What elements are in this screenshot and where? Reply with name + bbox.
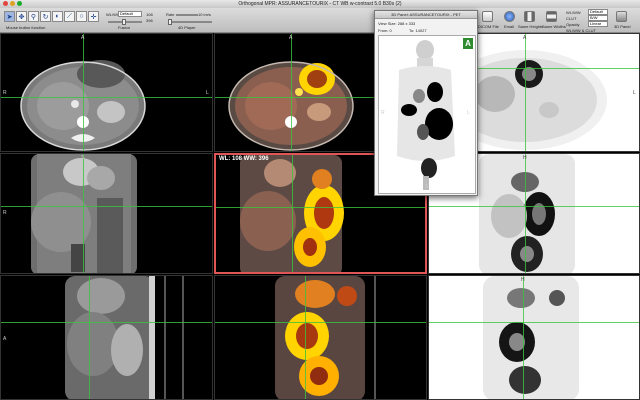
email-icon[interactable]: [504, 11, 515, 22]
pet-sagittal-image: [483, 276, 579, 399]
rotate-tool-icon[interactable]: ↻: [40, 11, 51, 22]
mip-view[interactable]: A R L S: [378, 35, 476, 194]
same-heights-icon[interactable]: [524, 11, 535, 22]
ct-axial-image: [20, 60, 146, 151]
player-label: 4D Player: [178, 25, 196, 30]
fusion-sagittal-image: [275, 276, 376, 399]
zoom-tool-icon[interactable]: ⚲: [28, 11, 39, 22]
crosshair-vertical[interactable]: [305, 276, 306, 399]
3d-panel-window[interactable]: 3D Panel: ASSURANCETOURIX - PET View Siz…: [374, 10, 478, 196]
orientation-top: H: [521, 277, 525, 283]
ct-coronal-view[interactable]: S R: [0, 153, 213, 274]
toolbar: ➤ ✥ ⚲ ↻ ◐ ⟋ ○ ✛ Mouse button function WL…: [0, 8, 640, 33]
rate-label: Rate: [166, 12, 175, 17]
mip-bottom-marker: S: [425, 184, 429, 190]
opacity-label: Opacity: [566, 22, 580, 27]
orientation-top: H: [523, 155, 527, 161]
orientation-right: L: [206, 90, 209, 96]
player-slider[interactable]: [168, 21, 212, 23]
crosshair-vertical[interactable]: [83, 34, 84, 151]
wlww-tool-icon[interactable]: ◐: [52, 11, 63, 22]
orientation-right: L: [633, 90, 636, 96]
crosshair-horizontal[interactable]: [1, 322, 212, 323]
same-widths-label: Same Widths: [542, 24, 566, 29]
crosshair-vertical[interactable]: [292, 155, 293, 272]
dicom-file-icon[interactable]: [482, 11, 493, 22]
same-widths-icon[interactable]: [546, 11, 557, 22]
crosshair-horizontal[interactable]: [1, 206, 212, 207]
measure-tool-icon[interactable]: ⟋: [64, 11, 75, 22]
crosshair-horizontal[interactable]: [429, 206, 639, 207]
pet-sagittal-view[interactable]: H: [428, 275, 640, 400]
wlww-overlay: WL: 108 WW: 396: [219, 156, 269, 162]
3d-panel-title: 3D Panel: ASSURANCETOURIX - PET: [391, 12, 461, 17]
ww-number: 396: [146, 18, 153, 23]
view-size-text: View Size: 288 x 333: [378, 21, 416, 26]
player-slider-knob[interactable]: [168, 19, 172, 25]
window-title: Orthogonal MPR: ASSURANCETOURIX - CT WB …: [238, 1, 402, 7]
crosshair-tool-icon[interactable]: ✛: [88, 11, 99, 22]
clut-label: CLUT: [566, 16, 577, 21]
rate-value: 10 im/s: [198, 12, 211, 17]
orientation-top: A: [523, 35, 527, 41]
ct-coronal-image: [31, 154, 137, 273]
crosshair-vertical[interactable]: [523, 276, 524, 399]
crosshair-vertical[interactable]: [291, 34, 292, 151]
crosshair-vertical[interactable]: [83, 154, 84, 273]
fusion-label: Fusion: [118, 25, 131, 30]
mouse-function-label: Mouse button function: [6, 25, 46, 30]
mip-right-marker: L: [467, 110, 470, 116]
rate-slider[interactable]: [176, 14, 198, 16]
3d-panel-icon[interactable]: [616, 11, 627, 22]
crosshair-horizontal[interactable]: [1, 97, 212, 98]
to-value: To: 14027: [409, 28, 427, 33]
orientation-left: R: [3, 90, 7, 96]
orientation-left: A: [3, 336, 7, 342]
view-orientation-badge[interactable]: A: [463, 38, 473, 49]
3d-panel-label: 3D Panel: [614, 24, 631, 29]
crosshair-horizontal[interactable]: [215, 322, 426, 323]
orientation-top: A: [289, 35, 293, 41]
move-tool-icon[interactable]: ✥: [16, 11, 27, 22]
3d-panel-titlebar[interactable]: 3D Panel: ASSURANCETOURIX - PET: [375, 11, 477, 19]
crosshair-horizontal[interactable]: [216, 207, 425, 208]
roi-tool-icon[interactable]: ○: [76, 11, 87, 22]
wl-number: 108: [146, 12, 153, 17]
orientation-top: A: [81, 35, 85, 41]
orientation-top: S: [81, 155, 85, 161]
orientation-left: R: [3, 210, 7, 216]
ct-sagittal-view[interactable]: A: [0, 275, 213, 400]
pointer-tool-icon[interactable]: ➤: [4, 11, 15, 22]
mip-image: [397, 40, 455, 190]
dicom-file-label: DICOM File: [478, 24, 499, 29]
ct-sagittal-image: [65, 276, 184, 399]
wlww-right-label: WL/WW: [566, 10, 581, 15]
crosshair-horizontal[interactable]: [429, 322, 639, 323]
email-label: Email: [504, 24, 515, 29]
same-heights-label: Same Heights: [518, 24, 544, 29]
crosshair-vertical[interactable]: [525, 154, 526, 273]
wlww-preset-select[interactable]: Default: [118, 11, 142, 17]
opacity-select[interactable]: Linear: [588, 21, 608, 27]
mip-left-marker: R: [381, 110, 385, 116]
fusion-sagittal-view[interactable]: [214, 275, 427, 400]
from-value: From: 0: [378, 28, 392, 33]
crosshair-vertical[interactable]: [525, 34, 526, 151]
crosshair-vertical[interactable]: [89, 276, 90, 399]
ct-axial-view[interactable]: A R L: [0, 33, 213, 152]
